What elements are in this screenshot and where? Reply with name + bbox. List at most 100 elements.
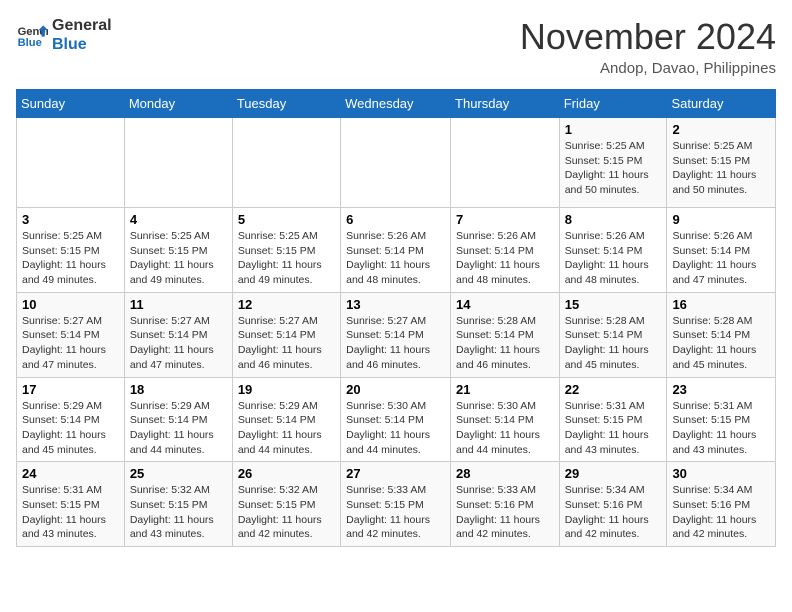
calendar-cell xyxy=(451,118,560,208)
day-number: 4 xyxy=(130,212,227,227)
day-number: 10 xyxy=(22,297,119,312)
calendar-cell: 18 Sunrise: 5:29 AM Sunset: 5:14 PM Dayli… xyxy=(124,377,232,462)
cell-info: Sunrise: 5:26 AM Sunset: 5:14 PM Dayligh… xyxy=(456,229,554,288)
cell-info: Sunrise: 5:29 AM Sunset: 5:14 PM Dayligh… xyxy=(130,399,227,458)
calendar-cell: 11Sunrise: 5:27 AM Sunset: 5:14 PM Dayli… xyxy=(124,292,232,377)
day-number: 16 xyxy=(672,297,770,312)
calendar-cell xyxy=(124,118,232,208)
weekday-header-sunday: Sunday xyxy=(17,90,125,118)
day-number: 22 xyxy=(565,382,662,397)
cell-info: Sunrise: 5:25 AM Sunset: 5:15 PM Dayligh… xyxy=(238,229,335,288)
cell-info: Sunrise: 5:27 AM Sunset: 5:14 PM Dayligh… xyxy=(22,314,119,373)
cell-info: Sunrise: 5:26 AM Sunset: 5:14 PM Dayligh… xyxy=(565,229,662,288)
logo-line1: General xyxy=(52,16,112,35)
calendar-cell: 22 Sunrise: 5:31 AM Sunset: 5:15 PM Dayli… xyxy=(559,377,667,462)
day-number: 24 xyxy=(22,466,119,481)
calendar-cell: 4 Sunrise: 5:25 AM Sunset: 5:15 PM Daylig… xyxy=(124,208,232,293)
calendar-table: SundayMondayTuesdayWednesdayThursdayFrid… xyxy=(16,89,776,547)
calendar-cell: 10 Sunrise: 5:27 AM Sunset: 5:14 PM Dayli… xyxy=(17,292,125,377)
logo: General Blue General Blue xyxy=(16,16,112,54)
logo-wordmark: General Blue xyxy=(52,16,112,54)
cell-info: Sunrise: 5:32 AM Sunset: 5:15 PM Dayligh… xyxy=(130,483,227,542)
calendar-cell: 17 Sunrise: 5:29 AM Sunset: 5:14 PM Dayli… xyxy=(17,377,125,462)
calendar-cell: 13 Sunrise: 5:27 AM Sunset: 5:14 PM Dayli… xyxy=(341,292,451,377)
calendar-cell: 23 Sunrise: 5:31 AM Sunset: 5:15 PM Dayli… xyxy=(667,377,776,462)
calendar-cell: 30 Sunrise: 5:34 AM Sunset: 5:16 PM Dayli… xyxy=(667,462,776,547)
week-row-5: 24 Sunrise: 5:31 AM Sunset: 5:15 PM Dayli… xyxy=(17,462,776,547)
calendar-cell: 28Sunrise: 5:33 AM Sunset: 5:16 PM Dayli… xyxy=(451,462,560,547)
calendar-cell: 27 Sunrise: 5:33 AM Sunset: 5:15 PM Dayli… xyxy=(341,462,451,547)
cell-info: Sunrise: 5:31 AM Sunset: 5:15 PM Dayligh… xyxy=(22,483,119,542)
cell-info: Sunrise: 5:34 AM Sunset: 5:16 PM Dayligh… xyxy=(565,483,662,542)
weekday-header-monday: Monday xyxy=(124,90,232,118)
svg-text:Blue: Blue xyxy=(18,37,42,49)
cell-info: Sunrise: 5:31 AM Sunset: 5:15 PM Dayligh… xyxy=(672,399,770,458)
cell-info: Sunrise: 5:30 AM Sunset: 5:14 PM Dayligh… xyxy=(346,399,445,458)
day-number: 9 xyxy=(672,212,770,227)
day-number: 6 xyxy=(346,212,445,227)
title-block: November 2024 Andop, Davao, Philippines xyxy=(520,16,776,77)
day-number: 2 xyxy=(672,122,770,137)
cell-info: Sunrise: 5:34 AM Sunset: 5:16 PM Dayligh… xyxy=(672,483,770,542)
cell-info: Sunrise: 5:28 AM Sunset: 5:14 PM Dayligh… xyxy=(456,314,554,373)
day-number: 1 xyxy=(565,122,662,137)
weekday-header-friday: Friday xyxy=(559,90,667,118)
calendar-cell: 25 Sunrise: 5:32 AM Sunset: 5:15 PM Dayli… xyxy=(124,462,232,547)
day-number: 12 xyxy=(238,297,335,312)
day-number: 17 xyxy=(22,382,119,397)
cell-info: Sunrise: 5:29 AM Sunset: 5:14 PM Dayligh… xyxy=(22,399,119,458)
calendar-cell: 8Sunrise: 5:26 AM Sunset: 5:14 PM Daylig… xyxy=(559,208,667,293)
calendar-cell: 1 Sunrise: 5:25 AM Sunset: 5:15 PM Daylig… xyxy=(559,118,667,208)
cell-info: Sunrise: 5:25 AM Sunset: 5:15 PM Dayligh… xyxy=(22,229,119,288)
day-number: 7 xyxy=(456,212,554,227)
cell-info: Sunrise: 5:33 AM Sunset: 5:15 PM Dayligh… xyxy=(346,483,445,542)
calendar-cell: 16 Sunrise: 5:28 AM Sunset: 5:14 PM Dayli… xyxy=(667,292,776,377)
day-number: 19 xyxy=(238,382,335,397)
cell-info: Sunrise: 5:28 AM Sunset: 5:14 PM Dayligh… xyxy=(672,314,770,373)
cell-info: Sunrise: 5:31 AM Sunset: 5:15 PM Dayligh… xyxy=(565,399,662,458)
cell-info: Sunrise: 5:27 AM Sunset: 5:14 PM Dayligh… xyxy=(346,314,445,373)
day-number: 26 xyxy=(238,466,335,481)
weekday-header-row: SundayMondayTuesdayWednesdayThursdayFrid… xyxy=(17,90,776,118)
day-number: 23 xyxy=(672,382,770,397)
cell-info: Sunrise: 5:29 AM Sunset: 5:14 PM Dayligh… xyxy=(238,399,335,458)
calendar-cell: 24 Sunrise: 5:31 AM Sunset: 5:15 PM Dayli… xyxy=(17,462,125,547)
week-row-4: 17 Sunrise: 5:29 AM Sunset: 5:14 PM Dayli… xyxy=(17,377,776,462)
cell-info: Sunrise: 5:32 AM Sunset: 5:15 PM Dayligh… xyxy=(238,483,335,542)
weekday-header-saturday: Saturday xyxy=(667,90,776,118)
day-number: 5 xyxy=(238,212,335,227)
cell-info: Sunrise: 5:25 AM Sunset: 5:15 PM Dayligh… xyxy=(565,139,662,198)
calendar-cell: 9Sunrise: 5:26 AM Sunset: 5:14 PM Daylig… xyxy=(667,208,776,293)
cell-info: Sunrise: 5:27 AM Sunset: 5:14 PM Dayligh… xyxy=(130,314,227,373)
calendar-cell: 20Sunrise: 5:30 AM Sunset: 5:14 PM Dayli… xyxy=(341,377,451,462)
location-subtitle: Andop, Davao, Philippines xyxy=(520,60,776,77)
calendar-cell: 3Sunrise: 5:25 AM Sunset: 5:15 PM Daylig… xyxy=(17,208,125,293)
day-number: 28 xyxy=(456,466,554,481)
calendar-cell: 19 Sunrise: 5:29 AM Sunset: 5:14 PM Dayli… xyxy=(232,377,340,462)
calendar-cell xyxy=(341,118,451,208)
calendar-cell: 21 Sunrise: 5:30 AM Sunset: 5:14 PM Dayli… xyxy=(451,377,560,462)
calendar-cell: 14Sunrise: 5:28 AM Sunset: 5:14 PM Dayli… xyxy=(451,292,560,377)
day-number: 25 xyxy=(130,466,227,481)
calendar-cell: 26 Sunrise: 5:32 AM Sunset: 5:15 PM Dayli… xyxy=(232,462,340,547)
day-number: 18 xyxy=(130,382,227,397)
day-number: 21 xyxy=(456,382,554,397)
week-row-3: 10 Sunrise: 5:27 AM Sunset: 5:14 PM Dayli… xyxy=(17,292,776,377)
day-number: 27 xyxy=(346,466,445,481)
calendar-cell xyxy=(232,118,340,208)
week-row-2: 3Sunrise: 5:25 AM Sunset: 5:15 PM Daylig… xyxy=(17,208,776,293)
week-row-1: 1 Sunrise: 5:25 AM Sunset: 5:15 PM Daylig… xyxy=(17,118,776,208)
calendar-cell: 5 Sunrise: 5:25 AM Sunset: 5:15 PM Daylig… xyxy=(232,208,340,293)
cell-info: Sunrise: 5:28 AM Sunset: 5:14 PM Dayligh… xyxy=(565,314,662,373)
logo-line2: Blue xyxy=(52,35,112,54)
calendar-cell: 7 Sunrise: 5:26 AM Sunset: 5:14 PM Daylig… xyxy=(451,208,560,293)
weekday-header-thursday: Thursday xyxy=(451,90,560,118)
cell-info: Sunrise: 5:27 AM Sunset: 5:14 PM Dayligh… xyxy=(238,314,335,373)
day-number: 13 xyxy=(346,297,445,312)
calendar-cell xyxy=(17,118,125,208)
weekday-header-tuesday: Tuesday xyxy=(232,90,340,118)
cell-info: Sunrise: 5:30 AM Sunset: 5:14 PM Dayligh… xyxy=(456,399,554,458)
cell-info: Sunrise: 5:25 AM Sunset: 5:15 PM Dayligh… xyxy=(130,229,227,288)
day-number: 30 xyxy=(672,466,770,481)
cell-info: Sunrise: 5:25 AM Sunset: 5:15 PM Dayligh… xyxy=(672,139,770,198)
